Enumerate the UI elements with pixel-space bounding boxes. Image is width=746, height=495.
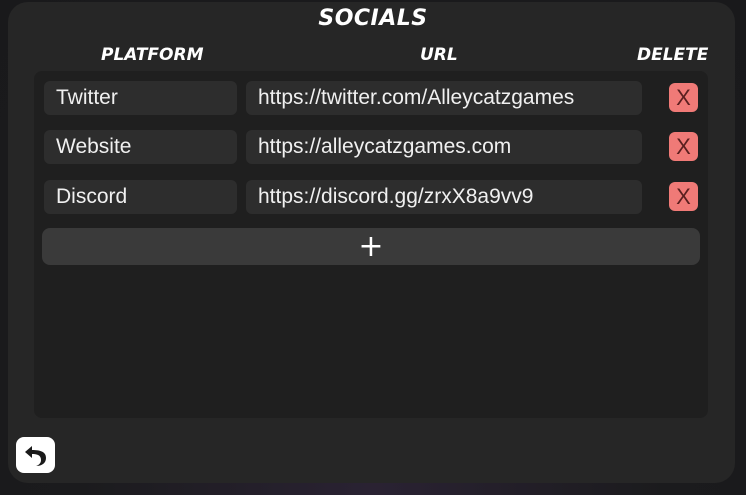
column-header-platform: PLATFORM	[101, 45, 204, 65]
url-input[interactable]: https://alleycatzgames.com	[246, 130, 642, 164]
delete-button[interactable]: X	[669, 83, 698, 112]
social-row: Twitter https://twitter.com/Alleycatzgam…	[44, 81, 704, 115]
platform-input[interactable]: Discord	[44, 180, 237, 214]
social-row: Discord https://discord.gg/zrxX8a9vv9 X	[44, 180, 704, 214]
platform-input[interactable]: Website	[44, 130, 237, 164]
undo-arrow-icon	[25, 446, 46, 466]
url-input[interactable]: https://twitter.com/Alleycatzgames	[246, 81, 642, 115]
column-header-delete: DELETE	[637, 45, 709, 65]
url-input[interactable]: https://discord.gg/zrxX8a9vv9	[246, 180, 642, 214]
back-button[interactable]	[16, 437, 55, 473]
column-header-url: URL	[420, 45, 458, 65]
add-social-button[interactable]: +	[42, 228, 700, 265]
delete-button[interactable]: X	[669, 132, 698, 161]
page-title: SOCIALS	[318, 6, 428, 31]
social-row: Website https://alleycatzgames.com X	[44, 130, 704, 164]
delete-button[interactable]: X	[669, 182, 698, 211]
platform-input[interactable]: Twitter	[44, 81, 237, 115]
